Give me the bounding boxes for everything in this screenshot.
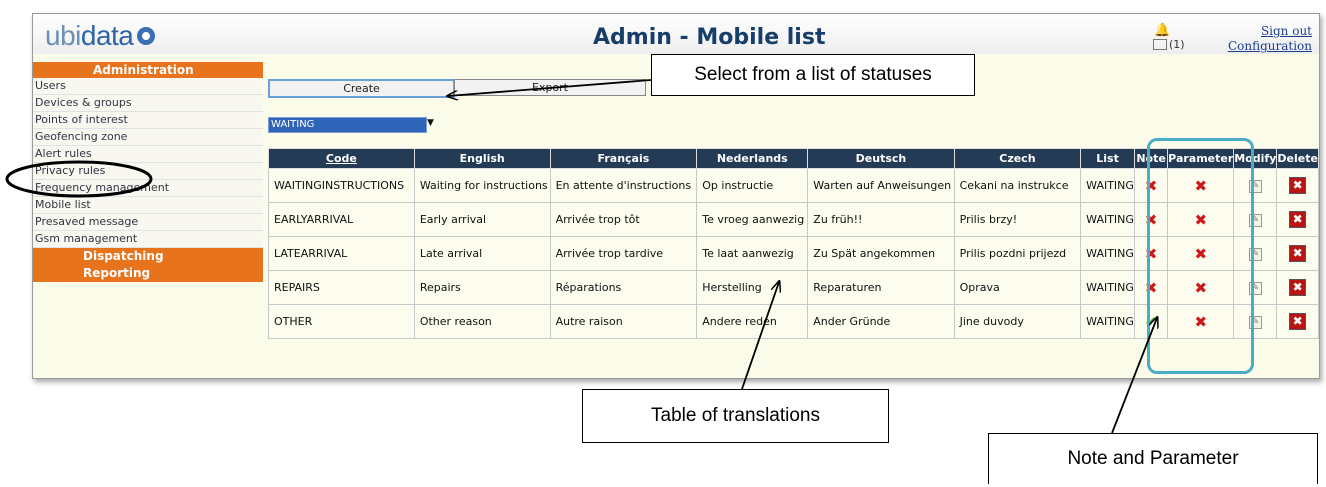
- notification-count: (1): [1169, 38, 1185, 51]
- column-header-english: English: [413, 148, 551, 169]
- create-button[interactable]: Create: [268, 79, 455, 98]
- cell-french: Réparations: [549, 270, 698, 305]
- column-header-dutch: Nederlands: [696, 148, 809, 169]
- cell-english: Repairs: [413, 270, 551, 305]
- sidebar-section-administration[interactable]: Administration: [33, 62, 263, 78]
- cell-german: Warten auf Anweisungen: [807, 168, 955, 203]
- column-header-german: Deutsch: [807, 148, 955, 169]
- delete-cell: ✖: [1276, 304, 1319, 339]
- cell-code: REPAIRS: [268, 270, 415, 305]
- bell-icon[interactable]: 🔔: [1154, 23, 1170, 38]
- sidebar-item-presaved-message[interactable]: Presaved message: [33, 214, 263, 231]
- header: ubidata Admin - Mobile list 🔔 (1) Sign o…: [33, 14, 1319, 54]
- cell-code: LATEARRIVAL: [268, 236, 415, 271]
- sidebar-item-devices-groups[interactable]: Devices & groups: [33, 95, 263, 112]
- sidebar-item-frequency-management[interactable]: Frequency management: [33, 180, 263, 197]
- delete-cell: ✖: [1276, 236, 1319, 271]
- delete-icon[interactable]: ✖: [1289, 245, 1307, 262]
- cell-english: Waiting for instructions: [413, 168, 551, 203]
- sign-out-link[interactable]: Sign out: [1261, 24, 1312, 38]
- cell-french: Arrivée trop tardive: [549, 236, 698, 271]
- cell-french: En attente d'instructions: [549, 168, 698, 203]
- cell-list: WAITING: [1080, 168, 1135, 203]
- delete-icon[interactable]: ✖: [1289, 313, 1307, 330]
- note-parameter-highlight: [1147, 138, 1254, 374]
- sidebar-item-points-of-interest[interactable]: Points of interest: [33, 112, 263, 129]
- sidebar-item-geofencing-zone[interactable]: Geofencing zone: [33, 129, 263, 146]
- sidebar-item-users[interactable]: Users: [33, 78, 263, 95]
- cell-list: WAITING: [1080, 304, 1135, 339]
- cell-english: Early arrival: [413, 202, 551, 237]
- cell-list: WAITING: [1080, 236, 1135, 271]
- gear-logo-icon: [137, 26, 156, 45]
- export-button[interactable]: Export: [454, 79, 646, 96]
- cell-dutch: Te vroeg aanwezig: [696, 202, 809, 237]
- sidebar-item-privacy-rules[interactable]: Privacy rules: [33, 163, 263, 180]
- sidebar-item-mobile-list[interactable]: Mobile list: [33, 197, 263, 214]
- cell-french: Autre raison: [549, 304, 698, 339]
- cell-german: Ander Gründe: [807, 304, 955, 339]
- delete-icon[interactable]: ✖: [1289, 279, 1307, 296]
- logo[interactable]: ubidata: [45, 20, 156, 52]
- cell-english: Late arrival: [413, 236, 551, 271]
- cell-czech: Oprava: [953, 270, 1082, 305]
- column-header-czech: Czech: [953, 148, 1082, 169]
- column-header-list: List: [1080, 148, 1135, 169]
- delete-cell: ✖: [1276, 202, 1319, 237]
- cell-czech: Prilis pozdni prijezd: [953, 236, 1082, 271]
- cell-list: WAITING: [1080, 202, 1135, 237]
- cell-code: EARLYARRIVAL: [268, 202, 415, 237]
- mail-icon[interactable]: [1153, 39, 1167, 50]
- delete-cell: ✖: [1276, 168, 1319, 203]
- cell-code: WAITINGINSTRUCTIONS: [268, 168, 415, 203]
- cell-code: OTHER: [268, 304, 415, 339]
- cell-czech: Jine duvody: [953, 304, 1082, 339]
- cell-dutch: Andere reden: [696, 304, 809, 339]
- cell-german: Zu Spät angekommen: [807, 236, 955, 271]
- table-translations-callout: Table of translations: [582, 389, 889, 443]
- configuration-link[interactable]: Configuration: [1228, 39, 1312, 53]
- cell-dutch: Herstelling: [696, 270, 809, 305]
- note-parameter-callout: Note and Parameter: [988, 433, 1318, 484]
- column-header-code[interactable]: Code: [268, 148, 415, 169]
- cell-english: Other reason: [413, 304, 551, 339]
- cell-german: Zu früh!!: [807, 202, 955, 237]
- cell-czech: Prilis brzy!: [953, 202, 1082, 237]
- sidebar: Administration Users Devices & groups Po…: [33, 62, 263, 282]
- column-header-french: Français: [549, 148, 698, 169]
- column-header-delete: Delete: [1276, 148, 1319, 169]
- delete-icon[interactable]: ✖: [1289, 211, 1307, 228]
- delete-cell: ✖: [1276, 270, 1319, 305]
- select-statuses-callout: Select from a list of statuses: [651, 54, 975, 96]
- sidebar-section-reporting[interactable]: Reporting: [33, 265, 263, 282]
- cell-french: Arrivée trop tôt: [549, 202, 698, 237]
- cell-german: Reparaturen: [807, 270, 955, 305]
- page-title: Admin - Mobile list: [593, 25, 826, 50]
- sidebar-item-gsm-management[interactable]: Gsm management: [33, 231, 263, 248]
- cell-list: WAITING: [1080, 270, 1135, 305]
- cell-czech: Cekani na instrukce: [953, 168, 1082, 203]
- status-select[interactable]: WAITING: [268, 117, 427, 133]
- delete-icon[interactable]: ✖: [1289, 177, 1307, 194]
- sidebar-section-dispatching[interactable]: Dispatching: [33, 248, 263, 265]
- cell-dutch: Te laat aanwezig: [696, 236, 809, 271]
- sidebar-item-alert-rules[interactable]: Alert rules: [33, 146, 263, 163]
- chevron-down-icon[interactable]: ▼: [427, 118, 434, 128]
- cell-dutch: Op instructie: [696, 168, 809, 203]
